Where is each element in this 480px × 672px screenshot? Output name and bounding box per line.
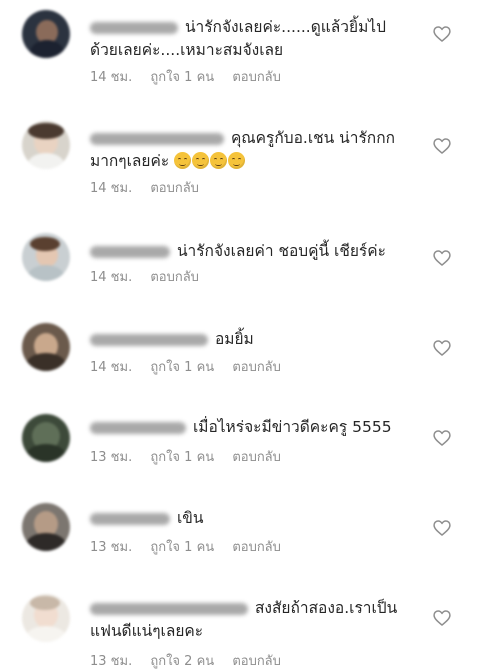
heart-icon[interactable] [432,248,452,268]
smiling-face-emoji [228,152,246,169]
reply-button[interactable]: ตอบกลับ [232,540,281,555]
comment-text-line2: มากๆเลยค่ะ [90,152,170,170]
comment-text: เขิน [90,507,420,530]
like-count[interactable]: ถูกใจ 1 คน [150,540,214,555]
comment-text: น่ารักจังเลยค่า ชอบคู่นี้ เชียร์ค่ะ [90,240,420,263]
smiling-face-emoji [192,152,210,169]
avatar[interactable] [22,121,70,169]
avatar[interactable] [22,414,70,462]
heart-icon[interactable] [432,136,452,156]
smiling-face-emoji [174,152,192,169]
username-blurred[interactable] [90,333,208,346]
comment-meta: 14 ชม. ตอบกลับ [90,266,213,287]
comment-meta: 14 ชม. ถูกใจ 1 คน ตอบกลับ [90,356,295,377]
username-blurred[interactable] [90,512,170,525]
comment-text: คุณครูกับอ.เชน น่ารักกก มากๆเลยค่ะ [90,127,420,173]
heart-icon[interactable] [432,24,452,44]
avatar[interactable] [22,503,70,551]
avatar[interactable] [22,323,70,371]
comment-text-line1: เมื่อไหร่จะมีข่าวดีคะครู 5555 [192,418,392,436]
comment-text-line2: ด้วยเลยค่ะ....เหมาะสมจังเลย [90,41,284,59]
reply-button[interactable]: ตอบกลับ [150,270,199,285]
comment-meta: 13 ชม. ถูกใจ 1 คน ตอบกลับ [90,446,295,467]
comment-text: น่ารักจังเลยค่ะ......ดูแล้วยิ้มไป ด้วยเล… [90,16,420,62]
reply-button[interactable]: ตอบกลับ [232,70,281,85]
heart-icon[interactable] [432,428,452,448]
heart-icon[interactable] [432,338,452,358]
like-count[interactable]: ถูกใจ 2 คน [150,654,214,669]
heart-icon[interactable] [432,608,452,628]
comment-text-line1: คุณครูกับอ.เชน น่ารักกก [230,129,395,147]
comment-text-line2: แฟนดีแน่ๆเลยคะ [90,622,204,640]
avatar[interactable] [22,10,70,58]
comment-meta: 13 ชม. ถูกใจ 1 คน ตอบกลับ [90,536,295,557]
reply-button[interactable]: ตอบกลับ [150,181,199,196]
comment-text: สงสัยถ้าสองอ.เราเป็น แฟนดีแน่ๆเลยคะ [90,597,420,643]
comment-time: 14 ชม. [90,270,133,285]
username-blurred[interactable] [90,21,178,34]
heart-icon[interactable] [432,518,452,538]
avatar[interactable] [22,233,70,281]
comment-text-line1: น่ารักจังเลยค่ะ......ดูแล้วยิ้มไป [184,18,386,36]
username-blurred[interactable] [90,421,186,434]
reply-button[interactable]: ตอบกลับ [232,360,281,375]
username-blurred[interactable] [90,602,248,615]
comment-text: อมยิ้ม [90,328,420,351]
like-count[interactable]: ถูกใจ 1 คน [150,450,214,465]
comment-time: 13 ชม. [90,654,133,669]
comment-time: 14 ชม. [90,360,133,375]
comment-meta: 14 ชม. ถูกใจ 1 คน ตอบกลับ [90,66,295,87]
comment-text-line1: อมยิ้ม [214,330,254,348]
username-blurred[interactable] [90,132,224,145]
comment-text-line1: สงสัยถ้าสองอ.เราเป็น [254,599,398,617]
smiling-face-emoji [210,152,228,169]
comment-text-line1: เขิน [176,509,204,527]
comment-text: เมื่อไหร่จะมีข่าวดีคะครู 5555 [90,416,420,439]
reply-button[interactable]: ตอบกลับ [232,654,281,669]
comment-meta: 14 ชม. ตอบกลับ [90,177,213,198]
comment-time: 14 ชม. [90,181,133,196]
like-count[interactable]: ถูกใจ 1 คน [150,70,214,85]
comment-time: 13 ชม. [90,450,133,465]
comment-meta: 13 ชม. ถูกใจ 2 คน ตอบกลับ [90,650,295,671]
comment-time: 13 ชม. [90,540,133,555]
like-count[interactable]: ถูกใจ 1 คน [150,360,214,375]
comment-text-line1: น่ารักจังเลยค่า ชอบคู่นี้ เชียร์ค่ะ [176,242,386,260]
comment-time: 14 ชม. [90,70,133,85]
reply-button[interactable]: ตอบกลับ [232,450,281,465]
avatar[interactable] [22,594,70,642]
username-blurred[interactable] [90,245,170,258]
